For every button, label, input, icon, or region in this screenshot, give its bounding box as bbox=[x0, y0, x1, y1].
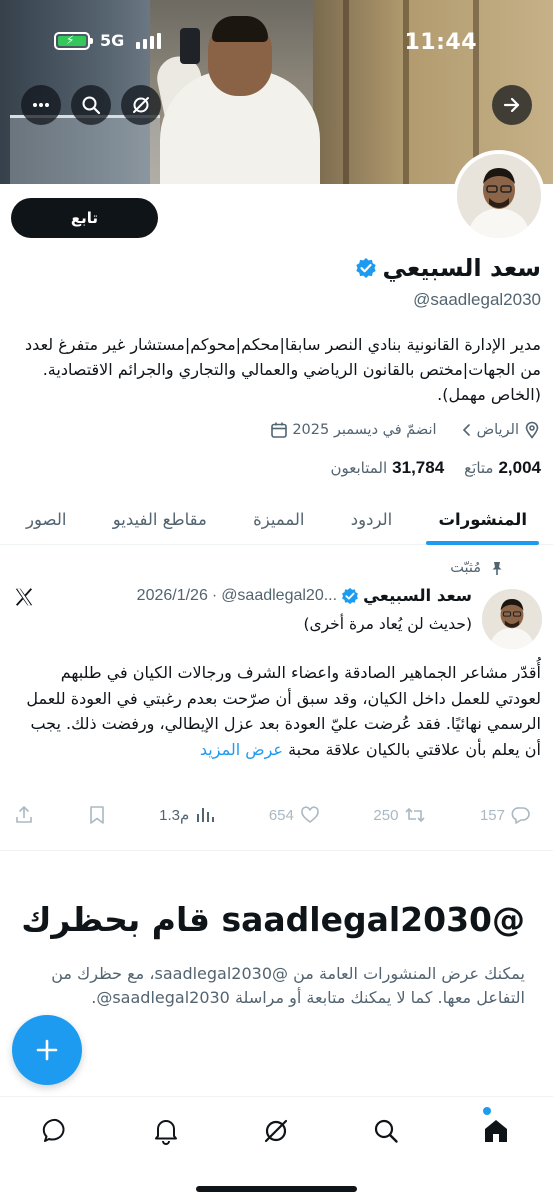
profile-handle: @saadlegal2030 bbox=[413, 290, 541, 309]
pin-icon bbox=[492, 562, 502, 575]
views-button[interactable]: 1.3م bbox=[159, 800, 215, 830]
pinned-label: مُثبّت bbox=[450, 560, 481, 576]
repost-button[interactable]: 250 bbox=[373, 800, 426, 830]
home-unread-dot bbox=[483, 1107, 491, 1115]
show-more-link[interactable]: عرض المزيد bbox=[200, 740, 283, 759]
tab-posts[interactable]: المنشورات bbox=[426, 494, 539, 545]
verified-badge-icon bbox=[342, 587, 358, 604]
post-actions: 157 250 654 1.3م bbox=[0, 800, 553, 830]
followers-label: المتابعون bbox=[330, 459, 388, 477]
post-author-handle: @saadlegal20... bbox=[221, 586, 338, 604]
grok-icon bbox=[133, 97, 149, 113]
x-logo-icon[interactable] bbox=[13, 586, 35, 608]
profile-stats: 2,004 متابَع 31,784 المتابعون bbox=[330, 458, 541, 478]
nav-search[interactable] bbox=[366, 1111, 406, 1151]
post-header: سعد السبيعي @saadlegal20... · 2026/1/26 bbox=[137, 586, 472, 605]
verified-badge-icon bbox=[355, 258, 376, 278]
forward-button[interactable] bbox=[492, 85, 532, 125]
blocked-title: @saadlegal2030 قام بحظرك bbox=[21, 900, 525, 939]
nav-notifications[interactable] bbox=[146, 1111, 186, 1151]
bookmark-icon bbox=[89, 806, 104, 824]
views-chart-icon bbox=[197, 808, 215, 822]
post-text: أُقدّر مشاعر الجماهير الصادقة واعضاء الش… bbox=[26, 663, 541, 759]
joined-item: انضمّ في ديسمبر 2025 bbox=[270, 421, 437, 439]
status-bar: ⚡ 5G 11:44 bbox=[0, 0, 553, 84]
post-author-name[interactable]: سعد السبيعي bbox=[363, 586, 472, 605]
bottom-navigation bbox=[0, 1096, 553, 1200]
location-pin-icon bbox=[525, 421, 539, 439]
following-count: 2,004 bbox=[498, 458, 541, 477]
followers-count: 31,784 bbox=[392, 458, 445, 477]
home-indicator bbox=[196, 1186, 357, 1192]
profile-meta: الرياض انضمّ في ديسمبر 2025 bbox=[270, 421, 541, 439]
post-author-avatar[interactable] bbox=[482, 589, 542, 649]
nav-home[interactable] bbox=[476, 1111, 516, 1151]
calendar-icon bbox=[271, 422, 288, 438]
forward-arrow-icon bbox=[503, 97, 520, 113]
profile-tabs: المنشورات الردود المميزة مقاطع الفيديو ا… bbox=[0, 494, 553, 545]
more-icon bbox=[33, 103, 49, 107]
following-stat[interactable]: 2,004 متابَع bbox=[464, 458, 541, 478]
profile-bio: مدير الإدارة القانونية بنادي النصر سابقا… bbox=[25, 335, 541, 404]
location-text: الرياض bbox=[476, 422, 519, 438]
following-label: متابَع bbox=[464, 459, 494, 477]
avatar-image bbox=[482, 589, 542, 649]
views-count: 1.3م bbox=[159, 807, 190, 824]
profile-avatar[interactable] bbox=[453, 150, 545, 242]
home-icon bbox=[485, 1120, 507, 1142]
reply-count: 157 bbox=[479, 806, 505, 824]
notifications-icon bbox=[155, 1120, 177, 1145]
heart-icon bbox=[301, 806, 319, 824]
search-icon bbox=[82, 96, 101, 115]
tab-videos[interactable]: مقاطع الفيديو bbox=[107, 494, 213, 545]
grok-button[interactable] bbox=[121, 85, 161, 125]
reply-button[interactable]: 157 bbox=[480, 800, 531, 830]
chevron-left-icon bbox=[462, 424, 470, 436]
post-body: أُقدّر مشاعر الجماهير الصادقة واعضاء الش… bbox=[21, 660, 541, 762]
reply-icon bbox=[511, 807, 530, 824]
repost-icon bbox=[405, 807, 425, 823]
like-count: 654 bbox=[268, 806, 294, 824]
follow-button[interactable]: تابع bbox=[11, 198, 158, 238]
nav-messages[interactable] bbox=[36, 1111, 76, 1151]
location-item[interactable]: الرياض bbox=[461, 421, 541, 439]
like-button[interactable]: 654 bbox=[269, 800, 320, 830]
tab-photos[interactable]: الصور bbox=[20, 494, 72, 545]
profile-display-name: سعد السبيعي bbox=[355, 254, 541, 282]
share-button[interactable] bbox=[14, 800, 34, 830]
avatar-image bbox=[457, 154, 541, 238]
banner-glass-panel bbox=[10, 115, 160, 184]
plus-icon bbox=[36, 1039, 58, 1061]
tab-highlights[interactable]: المميزة bbox=[247, 494, 310, 545]
display-name-text: سعد السبيعي bbox=[382, 254, 541, 282]
followers-stat[interactable]: 31,784 المتابعون bbox=[330, 458, 444, 478]
grok-icon bbox=[264, 1119, 288, 1143]
compose-button[interactable] bbox=[12, 1015, 82, 1085]
signal-icon bbox=[136, 33, 161, 49]
messages-icon bbox=[42, 1118, 65, 1142]
joined-text: انضمّ في ديسمبر 2025 bbox=[292, 422, 437, 438]
search-button[interactable] bbox=[71, 85, 111, 125]
blocked-description: يمكنك عرض المنشورات العامة من @saadlegal… bbox=[51, 964, 525, 1007]
post-date[interactable]: 2026/1/26 bbox=[137, 587, 208, 605]
repost-count: 250 bbox=[373, 806, 399, 824]
divider bbox=[0, 850, 553, 851]
pinned-indicator: مُثبّت bbox=[450, 560, 505, 576]
post-subtitle: (حديث لن يُعاد مرة أخرى) bbox=[303, 615, 472, 633]
nav-grok[interactable] bbox=[256, 1111, 296, 1151]
bookmark-button[interactable] bbox=[88, 800, 106, 830]
search-icon bbox=[374, 1119, 398, 1143]
status-time: 11:44 bbox=[404, 30, 477, 55]
battery-icon: ⚡ bbox=[54, 32, 93, 50]
more-options-button[interactable] bbox=[21, 85, 61, 125]
post-dot-separator: · bbox=[211, 586, 218, 604]
share-icon bbox=[16, 805, 32, 823]
network-type: 5G bbox=[100, 31, 125, 50]
tab-replies[interactable]: الردود bbox=[345, 494, 398, 545]
